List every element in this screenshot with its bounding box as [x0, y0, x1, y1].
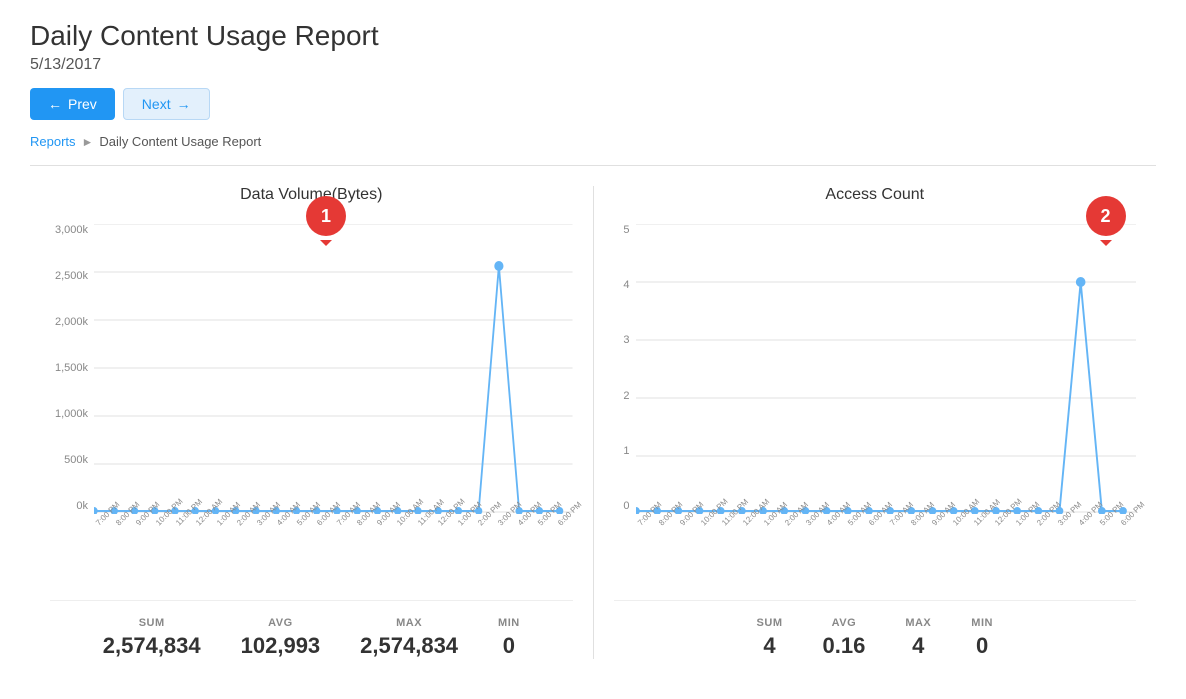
chart1-svg: [94, 224, 573, 514]
prev-button[interactable]: ← Prev: [30, 88, 115, 120]
chart2-max-label: MAX: [905, 617, 931, 629]
tooltip-1: 1: [306, 196, 346, 236]
y2-label-4: 4: [614, 279, 636, 291]
nav-buttons: ← Prev Next →: [30, 88, 1156, 120]
chart2-min-value: 0: [971, 633, 993, 659]
chart1-stats: SUM 2,574,834 AVG 102,993 MAX 2,574,834 …: [50, 600, 573, 659]
chart1-max: MAX 2,574,834: [360, 617, 458, 659]
chart1-max-label: MAX: [360, 617, 458, 629]
chart1-sum-value: 2,574,834: [103, 633, 201, 659]
y2-label-2: 2: [614, 390, 636, 402]
next-button[interactable]: Next →: [123, 88, 210, 120]
y2-label-0: 0: [614, 500, 636, 512]
chart2-avg-label: AVG: [823, 617, 866, 629]
y-label-0k: 0k: [50, 500, 94, 512]
chart1-min-label: MIN: [498, 617, 520, 629]
y2-label-3: 3: [614, 334, 636, 346]
chart2-svg: [636, 224, 1137, 514]
chart1-sum-label: SUM: [103, 617, 201, 629]
chart1-avg: AVG 102,993: [241, 617, 321, 659]
chart1-min: MIN 0: [498, 617, 520, 659]
chart1-avg-value: 102,993: [241, 633, 321, 659]
prev-label: Prev: [68, 96, 97, 112]
chart1-max-value: 2,574,834: [360, 633, 458, 659]
y2-label-1: 1: [614, 445, 636, 457]
chart2-sum-label: SUM: [757, 617, 783, 629]
y-label-2000k: 2,000k: [50, 316, 94, 328]
chart2-max: MAX 4: [905, 617, 931, 659]
chart2-max-value: 4: [905, 633, 931, 659]
chart1-sum: SUM 2,574,834: [103, 617, 201, 659]
charts-container: 1 Data Volume(Bytes) 3,000k 2,500k 2,000…: [30, 186, 1156, 659]
chart2-avg: AVG 0.16: [823, 617, 866, 659]
chart2-min: MIN 0: [971, 617, 993, 659]
access-count-panel: 2 Access Count 5 4 3 2 1 0: [593, 186, 1157, 659]
access-count-wrapper: 2 Access Count 5 4 3 2 1 0: [614, 186, 1137, 576]
right-arrow-icon: →: [177, 96, 191, 112]
y2-label-5: 5: [614, 224, 636, 236]
y-label-1000k: 1,000k: [50, 408, 94, 420]
chart1-min-value: 0: [498, 633, 520, 659]
breadcrumb: Reports ► Daily Content Usage Report: [30, 134, 1156, 149]
chart2-avg-value: 0.16: [823, 633, 866, 659]
y-label-3000k: 3,000k: [50, 224, 94, 236]
chart2-title: Access Count: [614, 186, 1137, 204]
chart2-stats: SUM 4 AVG 0.16 MAX 4 MIN 0: [614, 600, 1137, 659]
page-title: Daily Content Usage Report: [30, 20, 1156, 52]
breadcrumb-separator: ►: [82, 135, 94, 149]
y-label-2500k: 2,500k: [50, 270, 94, 282]
breadcrumb-current: Daily Content Usage Report: [99, 134, 261, 149]
y-label-500k: 500k: [50, 454, 94, 466]
next-label: Next: [142, 96, 171, 112]
breadcrumb-parent[interactable]: Reports: [30, 134, 76, 149]
page-date: 5/13/2017: [30, 56, 1156, 74]
chart2-min-label: MIN: [971, 617, 993, 629]
data-volume-wrapper: 1 Data Volume(Bytes) 3,000k 2,500k 2,000…: [50, 186, 573, 576]
tooltip-2: 2: [1086, 196, 1126, 236]
chart1-avg-label: AVG: [241, 617, 321, 629]
y-label-1500k: 1,500k: [50, 362, 94, 374]
chart2-sum-value: 4: [757, 633, 783, 659]
divider: [30, 165, 1156, 166]
data-volume-panel: 1 Data Volume(Bytes) 3,000k 2,500k 2,000…: [30, 186, 593, 659]
left-arrow-icon: ←: [48, 96, 62, 112]
chart2-sum: SUM 4: [757, 617, 783, 659]
